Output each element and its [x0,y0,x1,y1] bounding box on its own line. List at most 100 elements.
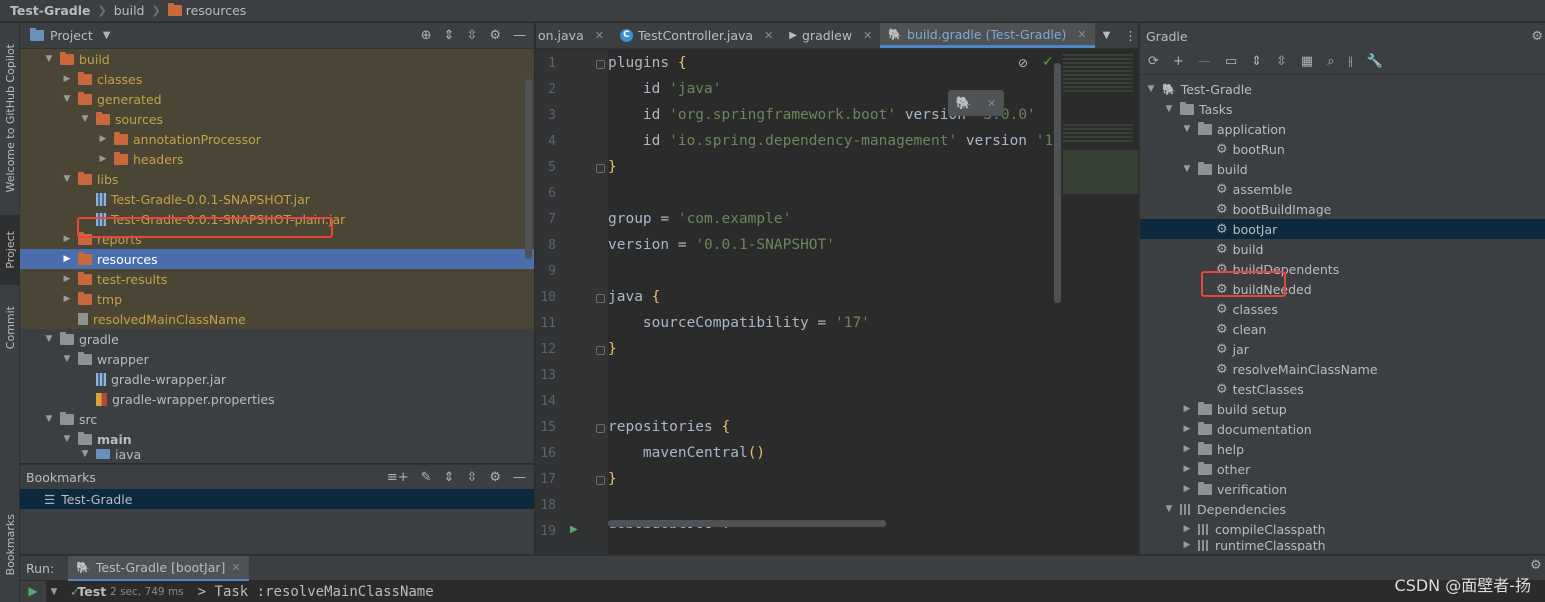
project-panel-title[interactable]: Project [50,28,93,43]
run-status[interactable]: Test [77,584,106,599]
close-icon[interactable]: ✕ [987,97,996,110]
gradle-tree-help[interactable]: ▶ help [1140,439,1545,459]
gradle-tree-runtimeclasspath[interactable]: ▶ runtimeClasspath [1140,539,1545,551]
breadcrumb-build[interactable]: build [114,3,145,18]
gradle-task-build[interactable]: ⚙ build [1140,239,1545,259]
tree-item-headers[interactable]: ▶ headers [20,149,534,169]
expanded-arrow-icon[interactable]: ▼ [42,414,56,424]
expand-all-icon[interactable]: ⇕ [1251,54,1262,69]
gradle-task-bootbuildimage[interactable]: ⚙ bootBuildImage [1140,199,1545,219]
tree-item-wrapper[interactable]: ▼ wrapper [20,349,534,369]
gradle-task-assemble[interactable]: ⚙ assemble [1140,179,1545,199]
expanded-arrow-icon[interactable]: ▼ [60,354,74,364]
close-icon[interactable]: ✕ [863,29,872,42]
gradle-tree-documentation[interactable]: ▶ documentation [1140,419,1545,439]
collapsed-arrow-icon[interactable]: ▶ [96,154,110,164]
tree-item-src[interactable]: ▼ src [20,409,534,429]
hide-icon[interactable]: — [513,470,526,485]
tab-overflow[interactable]: ▼ ⋮ [1095,23,1145,48]
tree-item-annotationprocessor[interactable]: ▶ annotationProcessor [20,129,534,149]
expand-all-icon[interactable]: ⇕ [444,28,455,43]
gradle-task-classes[interactable]: ⚙ classes [1140,299,1545,319]
locate-icon[interactable]: ⊕ [421,28,432,43]
collapsed-arrow-icon[interactable]: ▶ [96,134,110,144]
tree-item-libs[interactable]: ▼ libs [20,169,534,189]
tree-item-sources[interactable]: ▼ sources [20,109,534,129]
rerun-icon[interactable]: ▶ [20,581,46,602]
gear-icon[interactable]: ⚙ [489,470,501,485]
close-icon[interactable]: ✕ [595,29,604,42]
expanded-arrow-icon[interactable]: ▼ [1162,104,1176,114]
collapsed-arrow-icon[interactable]: ▶ [60,74,74,84]
expanded-arrow-icon[interactable]: ▼ [42,54,56,64]
collapsed-arrow-icon[interactable]: ▶ [1180,484,1194,494]
expanded-arrow-icon[interactable]: ▼ [1180,164,1194,174]
code-minimap[interactable] [1061,50,1139,200]
gradle-tree-root[interactable]: ▼ 🐘 Test-Gradle [1140,79,1545,99]
close-icon[interactable]: ✕ [1077,28,1086,41]
group-modules-icon[interactable]: ▦ [1301,54,1313,69]
refresh-icon[interactable]: ⟳ [1148,54,1159,69]
tree-item-tmp[interactable]: ▶ tmp [20,289,534,309]
tree-item-test-results[interactable]: ▶ test-results [20,269,534,289]
collapsed-arrow-icon[interactable]: ▶ [60,274,74,284]
fold-marker-icon[interactable] [596,294,605,303]
fold-marker-icon[interactable] [596,60,605,69]
gear-icon[interactable]: ⚙ [1531,29,1545,44]
inspection-ok-icon[interactable]: ✓ [1042,54,1054,70]
collapsed-arrow-icon[interactable]: ▶ [1180,404,1194,414]
expand-all-icon[interactable]: ⇕ [444,470,455,485]
tree-item-java[interactable]: ▼ java [20,449,534,459]
gradle-tree-application[interactable]: ▼ application [1140,119,1545,139]
editor-scrollbar[interactable] [1054,63,1061,303]
tree-item-resources[interactable]: ▶ resources [20,249,534,269]
expanded-arrow-icon[interactable]: ▼ [60,434,74,444]
project-scrollbar[interactable] [525,79,532,259]
collapsed-arrow-icon[interactable]: ▶ [60,254,74,264]
gear-icon[interactable]: ⚙ [489,28,501,43]
expanded-arrow-icon[interactable]: ▼ [78,114,92,124]
expanded-arrow-icon[interactable]: ▼ [60,94,74,104]
close-icon[interactable]: ✕ [764,29,773,42]
add-icon[interactable]: + [1173,54,1184,69]
gradle-task-bootrun[interactable]: ⚙ bootRun [1140,139,1545,159]
collapsed-arrow-icon[interactable]: ▶ [1180,524,1194,534]
tab-testcontroller[interactable]: C TestController.java ✕ [612,23,781,48]
tree-item-gradle[interactable]: ▼ gradle [20,329,534,349]
tab-build-gradle[interactable]: 🐘 build.gradle (Test-Gradle) ✕ [880,23,1095,48]
tree-item-resolvedmainclassname[interactable]: resolvedMainClassName [20,309,534,329]
tree-item-generated[interactable]: ▼ generated [20,89,534,109]
gradle-task-testclasses[interactable]: ⚙ testClasses [1140,379,1545,399]
collapsed-arrow-icon[interactable]: ▶ [60,294,74,304]
expanded-arrow-icon[interactable]: ▼ [60,174,74,184]
tree-item-gradle-wrapper-jar[interactable]: gradle-wrapper.jar [20,369,534,389]
collapse-all-icon[interactable]: ⇳ [1276,54,1287,69]
expanded-arrow-icon[interactable]: ▼ [1180,124,1194,134]
gradle-tree-build-group[interactable]: ▼ build [1140,159,1545,179]
breadcrumb-resources[interactable]: resources [186,3,247,18]
collapse-all-icon[interactable]: ⇳ [466,470,477,485]
expanded-arrow-icon[interactable]: ▼ [42,334,56,344]
run-gutter-icon[interactable]: ▶ [570,524,578,538]
remove-icon[interactable]: — [1198,54,1211,69]
execute-task-icon[interactable]: ▭ [1225,54,1237,69]
tool-tab-copilot[interactable]: Welcome to GitHub Copilot [0,33,20,203]
gradle-tree-compileclasspath[interactable]: ▶ compileClasspath [1140,519,1545,539]
wrench-icon[interactable]: 🔧 [1367,54,1383,69]
hide-icon[interactable]: — [513,28,526,43]
gradle-task-resolvemainclassname[interactable]: ⚙ resolveMainClassName [1140,359,1545,379]
collapsed-arrow-icon[interactable]: ▶ [60,234,74,244]
analyze-dependencies-icon[interactable]: ⌕ [1327,54,1334,69]
tab-gradlew[interactable]: ▶ gradlew ✕ [781,23,880,48]
chevron-down-icon[interactable]: ▼ [1103,30,1111,41]
collapse-all-icon[interactable]: ⇳ [466,28,477,43]
toggle-offline-icon[interactable]: ⫲ [1349,54,1353,69]
expanded-arrow-icon[interactable]: ▼ [1144,84,1158,94]
collapsed-arrow-icon[interactable]: ▶ [1180,444,1194,454]
fold-marker-icon[interactable] [596,424,605,433]
collapsed-arrow-icon[interactable]: ▶ [1180,540,1194,550]
editor-horizontal-scrollbar[interactable] [608,520,886,527]
run-tree-expanded-icon[interactable]: ▼ [50,587,57,597]
tree-item-classes[interactable]: ▶ classes [20,69,534,89]
gradle-panel-title[interactable]: Gradle [1146,29,1188,44]
